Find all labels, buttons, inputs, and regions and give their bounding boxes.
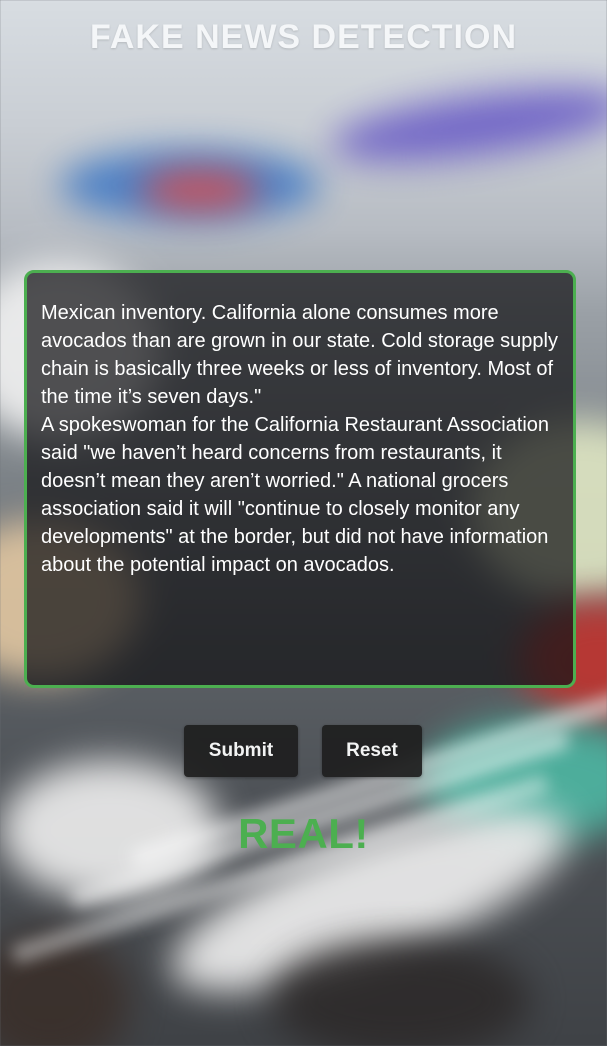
article-text-input[interactable] bbox=[41, 299, 559, 667]
reset-button[interactable]: Reset bbox=[322, 725, 422, 777]
article-input-container[interactable] bbox=[24, 270, 576, 688]
page-title: FAKE NEWS DETECTION bbox=[89, 18, 518, 56]
background-blur-shape bbox=[270, 940, 530, 1046]
submit-button[interactable]: Submit bbox=[184, 725, 298, 777]
prediction-result: REAL! bbox=[238, 810, 369, 857]
background-blur-shape bbox=[327, 74, 607, 176]
background-blur-shape bbox=[140, 170, 260, 210]
